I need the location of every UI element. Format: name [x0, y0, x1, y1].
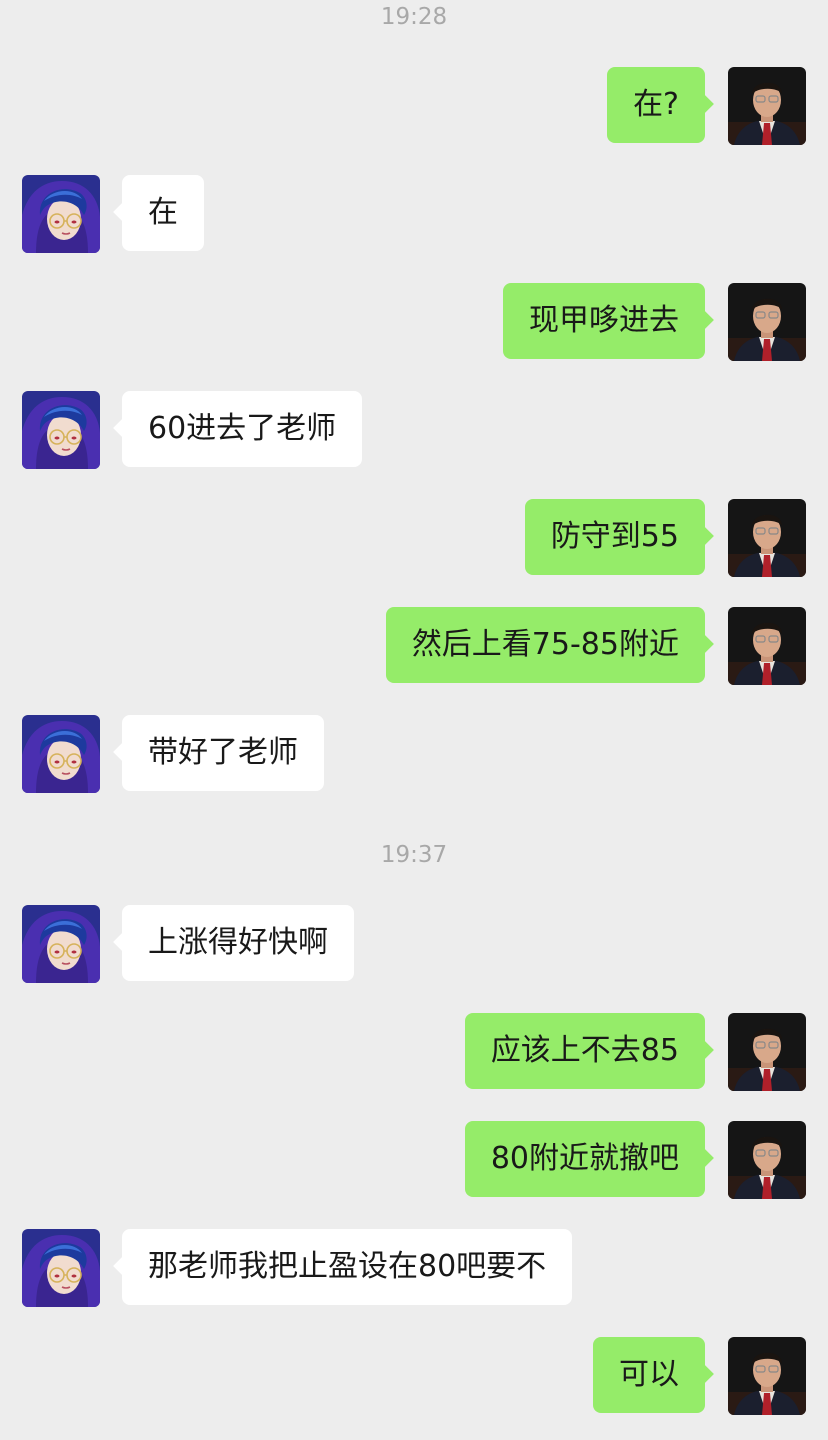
message-row-incoming: 那老师我把止盈设在80吧要不	[0, 1229, 828, 1307]
blue-hair-anime-avatar-icon[interactable]	[22, 391, 100, 469]
man-in-suit-avatar-icon[interactable]	[728, 499, 806, 577]
message-row-incoming: 在	[0, 175, 828, 253]
message-bubble-outgoing[interactable]: 80附近就撤吧	[464, 1121, 705, 1197]
message-row-outgoing: 80附近就撤吧	[0, 1121, 828, 1199]
message-row-outgoing: 应该上不去85	[0, 1013, 828, 1091]
message-bubble-outgoing[interactable]: 在?	[607, 67, 705, 143]
message-bubble-outgoing[interactable]: 应该上不去85	[464, 1013, 705, 1089]
man-in-suit-avatar-icon[interactable]	[728, 283, 806, 361]
message-bubble-outgoing[interactable]: 然后上看75-85附近	[385, 607, 705, 683]
chat-window: 19:28 在? 在 现甲哆进去 60进去了老师 防守到55 然后上看75-85…	[0, 0, 828, 1440]
message-row-outgoing: 在?	[0, 67, 828, 145]
message-bubble-incoming[interactable]: 带好了老师	[122, 715, 324, 791]
blue-hair-anime-avatar-icon[interactable]	[22, 1229, 100, 1307]
message-bubble-incoming[interactable]: 60进去了老师	[122, 391, 363, 467]
message-bubble-incoming[interactable]: 上涨得好快啊	[122, 905, 354, 981]
timestamp: 19:37	[380, 842, 448, 868]
message-row-incoming: 带好了老师	[0, 715, 828, 793]
message-bubble-outgoing[interactable]: 可以	[593, 1337, 705, 1413]
message-row-outgoing: 现甲哆进去	[0, 283, 828, 361]
message-row-incoming: 60进去了老师	[0, 391, 828, 469]
blue-hair-anime-avatar-icon[interactable]	[22, 905, 100, 983]
message-bubble-incoming[interactable]: 在	[122, 175, 204, 251]
blue-hair-anime-avatar-icon[interactable]	[22, 175, 100, 253]
message-row-incoming: 上涨得好快啊	[0, 905, 828, 983]
message-bubble-outgoing[interactable]: 防守到55	[524, 499, 705, 575]
man-in-suit-avatar-icon[interactable]	[728, 67, 806, 145]
message-row-outgoing: 然后上看75-85附近	[0, 607, 828, 685]
message-bubble-incoming[interactable]: 那老师我把止盈设在80吧要不	[122, 1229, 573, 1305]
message-bubble-outgoing[interactable]: 现甲哆进去	[503, 283, 705, 359]
blue-hair-anime-avatar-icon[interactable]	[22, 715, 100, 793]
message-row-outgoing: 防守到55	[0, 499, 828, 577]
man-in-suit-avatar-icon[interactable]	[728, 1337, 806, 1415]
man-in-suit-avatar-icon[interactable]	[728, 1013, 806, 1091]
timestamp: 19:28	[380, 4, 448, 30]
man-in-suit-avatar-icon[interactable]	[728, 1121, 806, 1199]
message-row-outgoing: 可以	[0, 1337, 828, 1415]
man-in-suit-avatar-icon[interactable]	[728, 607, 806, 685]
